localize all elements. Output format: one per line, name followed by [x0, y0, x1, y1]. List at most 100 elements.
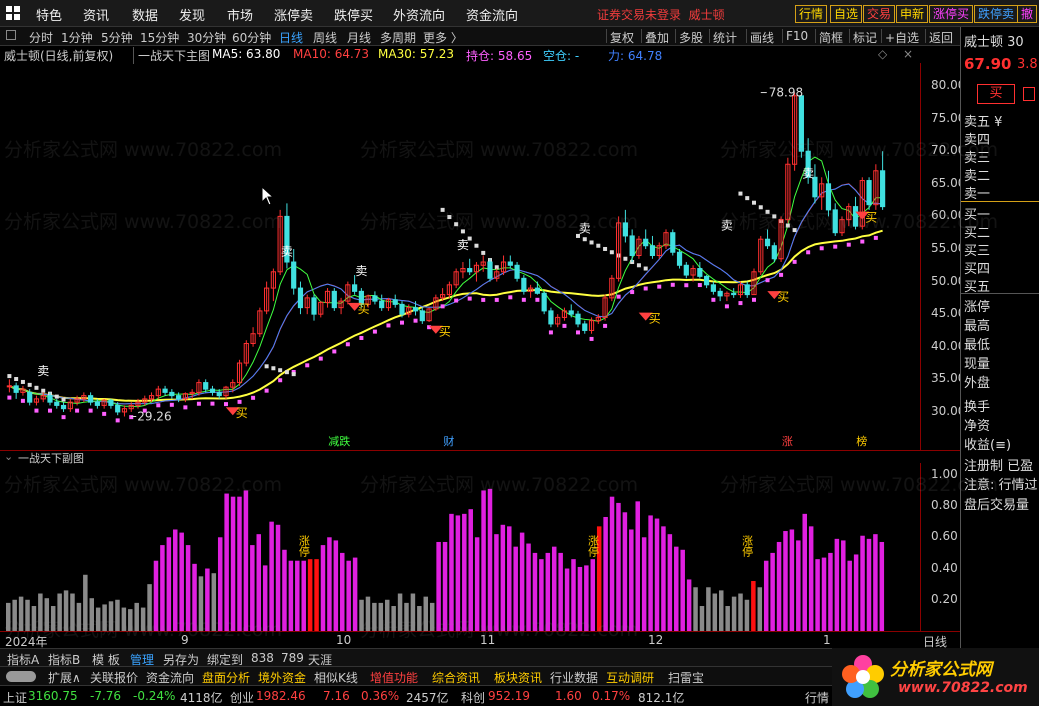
menu-item-capital-flow[interactable]: 资金流向: [466, 5, 518, 24]
tool-button-8[interactable]: +自选: [885, 29, 919, 46]
quote-stat[interactable]: 收益(≡): [964, 434, 1011, 453]
sh-amount: 4118亿: [180, 691, 223, 705]
tool-button-0[interactable]: 复权: [610, 29, 634, 46]
sub-bar: [442, 541, 448, 631]
kc-name[interactable]: 科创: [461, 689, 485, 706]
sub-indicator-chart[interactable]: 涨停 涨停 涨停: [0, 463, 920, 631]
menu-item-market[interactable]: 市场: [227, 5, 253, 24]
period-tab-10[interactable]: 更多 〉: [423, 29, 463, 46]
sub-bar: [365, 596, 371, 631]
candle-body: [311, 297, 317, 315]
top-button-1[interactable]: 自选: [830, 5, 863, 23]
period-tab-7[interactable]: 周线: [313, 29, 337, 46]
period-tab-5[interactable]: 60分钟: [232, 29, 271, 46]
resistance-dot: [474, 243, 479, 248]
indicator-tab-6[interactable]: 838: [251, 651, 274, 665]
cy-name[interactable]: 创业: [230, 689, 254, 706]
toggle-switch[interactable]: [6, 671, 36, 682]
resistance-dot: [440, 207, 445, 212]
tool-button-5[interactable]: F10: [786, 29, 808, 43]
menu-item-limit-down-buy[interactable]: 跌停买: [334, 5, 373, 24]
function-tab-0[interactable]: 扩展∧: [48, 669, 81, 686]
panel-toggle-icon[interactable]: [6, 30, 16, 40]
period-tab-9[interactable]: 多周期: [380, 29, 416, 46]
login-status[interactable]: 证券交易未登录 威士顿: [597, 6, 725, 23]
tool-separator: [925, 29, 926, 43]
period-tab-2[interactable]: 5分钟: [101, 29, 133, 46]
sub-bar: [166, 537, 172, 631]
top-button-6[interactable]: 撤: [1017, 5, 1038, 23]
sh-name[interactable]: 上证: [3, 689, 27, 706]
sub-collapse-icon[interactable]: ⌄: [4, 450, 13, 463]
tool-button-2[interactable]: 多股: [679, 29, 703, 46]
resistance-dot: [34, 385, 39, 390]
cy-value: 1982.46: [256, 689, 306, 703]
function-tab-10[interactable]: 互动调研: [606, 669, 654, 686]
tool-button-6[interactable]: 简框: [819, 29, 843, 46]
sub-bar: [217, 537, 223, 631]
candle-body: [771, 245, 777, 260]
candle-body: [710, 284, 716, 292]
tool-button-1[interactable]: 叠加: [645, 29, 669, 46]
sub-chart-header: ⌄ 一战天下副图: [0, 450, 960, 465]
period-tab-0[interactable]: 分时: [29, 29, 53, 46]
top-button-0[interactable]: 行情: [795, 5, 828, 23]
sub-bar: [551, 546, 557, 631]
top-button-2[interactable]: 交易: [863, 5, 896, 23]
tool-button-4[interactable]: 画线: [750, 29, 774, 46]
resistance-dot: [623, 256, 628, 261]
top-button-4[interactable]: 涨停买: [929, 5, 974, 23]
candle-body: [764, 238, 771, 247]
function-tab-6[interactable]: 增值功能: [370, 669, 418, 686]
menu-item-news[interactable]: 资讯: [83, 5, 109, 24]
panel-toggle-icon[interactable]: [1023, 87, 1035, 101]
top-button-5[interactable]: 跌停卖: [974, 5, 1019, 23]
sub-bar: [250, 545, 255, 631]
function-tab-5[interactable]: 相似K线: [314, 669, 358, 686]
ticker-tail[interactable]: 行情: [805, 689, 829, 706]
tool-button-3[interactable]: 统计: [713, 29, 737, 46]
function-tab-4[interactable]: 境外资金: [258, 669, 306, 686]
candle-body: [568, 310, 574, 315]
function-tab-1[interactable]: 关联报价: [90, 669, 138, 686]
legend-settings-icon[interactable]: ◇: [878, 47, 887, 61]
period-tab-3[interactable]: 15分钟: [140, 29, 179, 46]
menu-item-discover[interactable]: 发现: [179, 5, 205, 24]
legend-main-indicator[interactable]: 一战天下主图: [133, 47, 210, 64]
top-button-3[interactable]: 申新: [896, 5, 929, 23]
function-tab-11[interactable]: 扫雷宝: [668, 669, 704, 686]
sub-bar: [815, 559, 820, 631]
main-kline-chart[interactable]: 78.9829.26卖卖卖卖卖 卖卖买买买买买买减跌财涨榜: [0, 63, 920, 450]
sub-bar: [468, 509, 473, 631]
function-tab-8[interactable]: 板块资讯: [494, 669, 542, 686]
menu-item-featured[interactable]: 特色: [36, 5, 62, 24]
period-tab-6[interactable]: 日线: [279, 29, 303, 46]
function-tab-3[interactable]: 盘面分析: [202, 669, 250, 686]
period-tab-4[interactable]: 30分钟: [187, 29, 226, 46]
menu-item-data[interactable]: 数据: [132, 5, 158, 24]
menu-item-limit-up-sell[interactable]: 涨停卖: [274, 5, 313, 24]
sub-bar: [50, 606, 56, 631]
app-grid-icon[interactable]: [6, 6, 20, 20]
sub-bar: [519, 532, 525, 631]
menu-item-foreign-flow[interactable]: 外资流向: [393, 5, 445, 24]
indicator-tab-7[interactable]: 789: [281, 651, 304, 665]
sub-bar: [455, 515, 461, 631]
hold-dot: [305, 363, 310, 368]
period-tab-8[interactable]: 月线: [347, 29, 371, 46]
tool-button-7[interactable]: 标记: [853, 29, 877, 46]
legend-close-icon[interactable]: ×: [903, 47, 913, 61]
function-tab-2[interactable]: 资金流向: [146, 669, 194, 686]
hold-dot: [643, 286, 648, 291]
hold-dot: [278, 378, 283, 383]
period-tab-1[interactable]: 1分钟: [61, 29, 93, 46]
candle-body: [744, 284, 750, 296]
hold-dot: [224, 402, 228, 407]
sub-bar: [198, 576, 204, 631]
tool-button-9[interactable]: 返回: [929, 29, 953, 46]
function-tab-7[interactable]: 综合资讯: [432, 669, 480, 686]
hold-dot: [264, 388, 269, 393]
function-tab-9[interactable]: 行业数据: [550, 669, 598, 686]
buy-button[interactable]: 买: [977, 84, 1015, 104]
sub-bar: [391, 606, 396, 631]
